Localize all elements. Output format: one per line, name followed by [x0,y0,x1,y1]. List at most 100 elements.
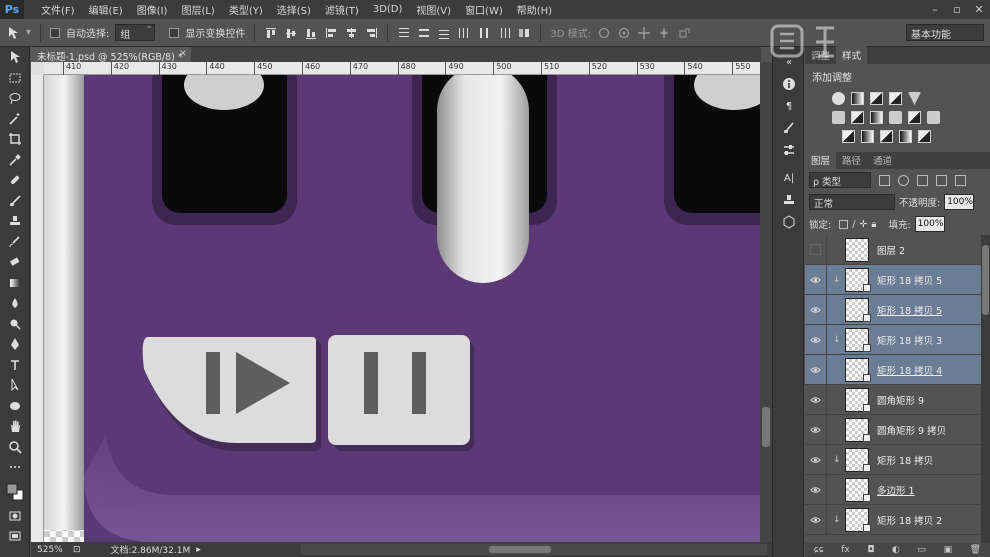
menu-layer[interactable]: 图层(L) [174,2,221,17]
menu-select[interactable]: 选择(S) [270,2,318,17]
horizontal-ruler[interactable]: 410 420 430 440 450 460 470 480 490 500 510 520 530 5… [44,62,760,75]
distribute-right-icon[interactable] [497,26,511,40]
invert-icon[interactable] [842,130,855,143]
stamp-tool[interactable] [0,211,30,232]
channel-mixer-icon[interactable] [908,111,921,124]
layer-kind-filter[interactable]: ρ 类型 [809,172,871,188]
selective-color-icon[interactable] [918,130,931,143]
tab-channels[interactable]: 通道 [867,151,898,169]
curves-icon[interactable] [870,92,883,105]
layers-scrollbar[interactable] [981,235,990,543]
menu-image[interactable]: 图像(I) [130,2,175,17]
3d-panel-icon[interactable] [773,211,805,233]
layer-style-icon[interactable]: fx [841,545,850,555]
layer-thumbnail[interactable] [845,297,871,322]
color-balance-icon[interactable] [851,111,864,124]
visibility-toggle[interactable] [805,264,827,295]
eyedropper-tool[interactable] [0,150,30,171]
lock-position-icon[interactable]: ✛ [859,219,867,230]
info-panel-icon[interactable] [773,73,805,95]
move-tool[interactable] [0,47,30,68]
layer-thumbnail[interactable] [845,237,869,262]
layer-thumbnail[interactable] [845,267,871,292]
hand-tool[interactable] [0,416,30,437]
visibility-toggle[interactable] [805,414,827,445]
close-icon[interactable]: ✕ [968,0,990,19]
marquee-tool[interactable] [0,68,30,89]
visibility-toggle[interactable] [805,235,827,265]
3d-pan-icon[interactable] [637,26,651,40]
menu-filter[interactable]: 滤镜(T) [318,2,366,17]
lock-transparency-icon[interactable] [839,219,849,229]
levels-icon[interactable] [851,92,864,105]
visibility-toggle[interactable] [805,294,827,325]
layer-thumbnail[interactable] [845,357,871,382]
info-arrow-icon[interactable]: ▸ [196,545,201,555]
horizontal-scrollbar[interactable] [301,544,767,555]
fill-input[interactable]: 100% [914,216,945,232]
auto-align-icon[interactable] [517,26,531,40]
3d-scale-icon[interactable] [677,26,691,40]
add-mask-icon[interactable]: ◘ [867,545,874,555]
3d-roll-icon[interactable] [617,26,631,40]
layer-thumbnail[interactable] [845,507,871,532]
layer-thumbnail[interactable] [845,327,871,352]
layer-thumbnail[interactable] [845,477,871,502]
delete-layer-icon[interactable]: 🗑 [970,545,981,555]
menu-3d[interactable]: 3D(D) [366,4,410,15]
type-tool[interactable] [0,355,30,376]
new-group-icon[interactable]: ▭ [917,545,926,555]
gradient-map-icon[interactable] [899,130,912,143]
distribute-bottom-icon[interactable] [437,26,451,40]
menu-file[interactable]: 文件(F) [34,2,82,17]
move-tool-icon[interactable] [6,26,20,40]
layer-row[interactable]: ↓ 矩形 18 拷贝 5 [805,264,981,295]
vertical-scrollbar[interactable] [760,62,772,542]
distribute-top-icon[interactable] [397,26,411,40]
link-layers-icon[interactable]: ɕɕ [814,545,824,555]
brush-tool[interactable] [0,191,30,212]
black-white-icon[interactable] [870,111,883,124]
layer-row[interactable]: 矩形 18 拷贝 5 [805,294,981,325]
layer-thumbnail[interactable] [845,447,871,472]
menu-window[interactable]: 窗口(W) [458,2,510,17]
layer-row[interactable]: ↓ 矩形 18 拷贝 [805,444,981,475]
eraser-tool[interactable] [0,252,30,273]
layer-row[interactable]: ↓ 矩形 18 拷贝 2 [805,504,981,535]
auto-select-dropdown[interactable]: 组 [115,24,156,41]
layers-scroll-thumb[interactable] [982,245,989,315]
gradient-tool[interactable] [0,273,30,294]
layer-row[interactable]: 圆角矩形 9 拷贝 [805,414,981,445]
lock-all-icon[interactable]: 🔒︎ [871,219,876,230]
brightness-icon[interactable] [832,92,845,105]
visibility-toggle[interactable] [805,474,827,505]
screen-mode-tool[interactable] [0,526,30,547]
layer-name[interactable]: 圆角矩形 9 [877,393,924,407]
align-bottom-icon[interactable] [304,26,318,40]
layer-thumbnail[interactable] [845,417,871,442]
properties-panel-icon[interactable] [773,139,805,161]
layer-row[interactable]: 矩形 18 拷贝 4 [805,354,981,385]
layer-row[interactable]: 图层 2 [805,235,981,265]
layer-name[interactable]: 矩形 18 拷贝 [877,453,933,467]
lock-pixels-icon[interactable]: ∕ [852,219,855,230]
more-tools[interactable] [0,457,30,478]
3d-slide-icon[interactable] [657,26,671,40]
filter-adjustment-icon[interactable] [898,174,909,186]
blur-tool[interactable] [0,293,30,314]
layer-name[interactable]: 矩形 18 拷贝 3 [877,333,942,347]
canvas-area[interactable] [44,75,760,542]
zoom-tool[interactable] [0,437,30,458]
layer-name[interactable]: 多边形 1 [877,483,915,497]
hue-saturation-icon[interactable] [832,111,845,124]
zoom-level[interactable]: 525% [31,545,67,555]
tab-layers[interactable]: 图层 [805,151,837,169]
layer-name[interactable]: 图层 2 [877,243,905,257]
visibility-toggle[interactable] [805,354,827,385]
layer-row[interactable]: 多边形 1 [805,474,981,505]
menu-view[interactable]: 视图(V) [409,2,458,17]
character-panel-icon[interactable]: A| [773,167,805,189]
ruler-origin[interactable] [31,62,44,75]
pen-tool[interactable] [0,334,30,355]
quick-mask-tool[interactable] [0,506,30,527]
